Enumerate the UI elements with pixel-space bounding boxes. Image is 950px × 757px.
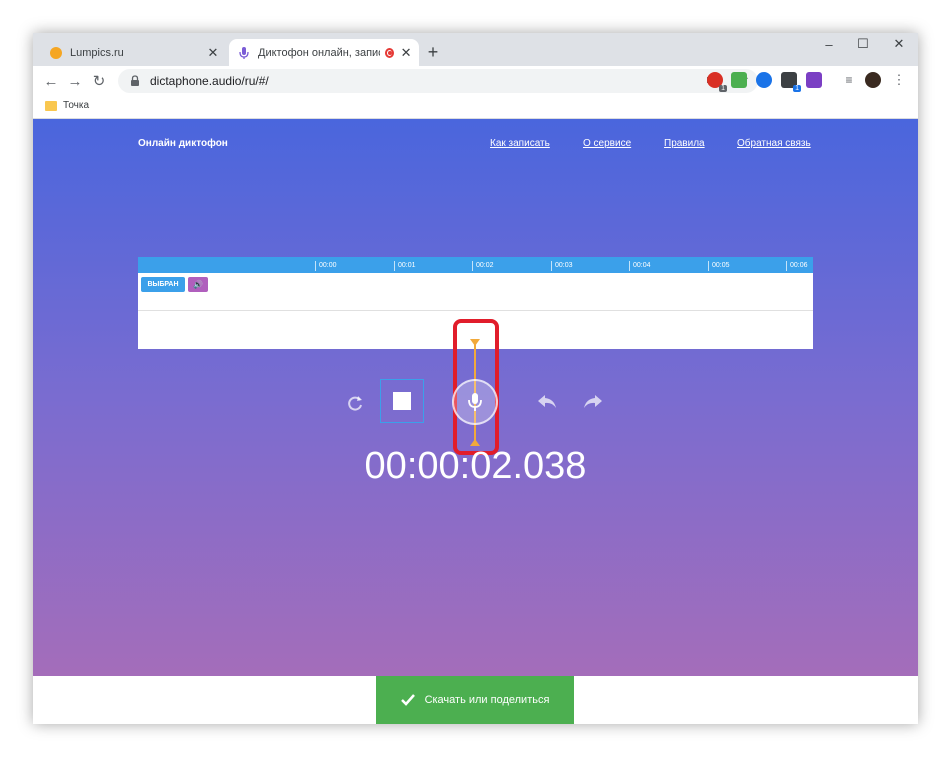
close-tab-icon[interactable]: ✕ [205, 45, 221, 61]
ruler-tick: 00:03 [551, 261, 573, 271]
recording-timer: 00:00:02.038 [364, 445, 587, 487]
download-label: Скачать или поделиться [424, 694, 550, 706]
speaker-icon[interactable]: 🔊 [188, 277, 208, 292]
nav-link-rules[interactable]: Правила [664, 138, 705, 149]
download-share-button[interactable]: Скачать или поделиться [376, 676, 574, 724]
nav-link-about[interactable]: О сервисе [583, 138, 631, 149]
nav-link-how-to-record[interactable]: Как записать [490, 138, 550, 149]
avatar[interactable] [865, 72, 881, 88]
orange-circle-icon [50, 46, 62, 59]
reload-icon[interactable]: ↻ [89, 71, 109, 91]
page-content: Онлайн диктофон Как записать О сервисе П… [33, 119, 918, 676]
close-window-button[interactable]: ✕ [881, 33, 917, 55]
selected-track-button[interactable]: ВЫБРАН [141, 277, 185, 292]
redo-icon[interactable] [582, 393, 604, 411]
extension-globe-icon[interactable] [756, 72, 772, 88]
ruler-tick: 00:04 [629, 261, 651, 271]
folder-icon [45, 100, 57, 111]
record-button[interactable] [452, 379, 498, 425]
browser-window: Lumpics.ru ✕ Диктофон онлайн, записать ✕… [33, 33, 918, 724]
time-ruler: 00:00 00:01 00:02 00:03 00:04 00:05 00:0… [138, 257, 813, 273]
bookmark-tochka[interactable]: Точка [45, 100, 89, 111]
back-icon[interactable]: ← [41, 71, 61, 91]
maximize-button[interactable]: ☐ [845, 33, 881, 55]
tab-strip: Lumpics.ru ✕ Диктофон онлайн, записать ✕… [33, 33, 918, 66]
refresh-icon[interactable] [345, 393, 365, 413]
new-tab-button[interactable]: + [423, 42, 443, 62]
check-icon [400, 694, 415, 706]
lock-icon [131, 75, 139, 86]
menu-icon[interactable]: ⋮ [891, 72, 907, 88]
stop-button[interactable] [380, 379, 424, 423]
bookmark-label: Точка [63, 100, 90, 111]
stop-icon [393, 392, 411, 410]
ruler-tick: 00:00 [315, 261, 337, 271]
nav-link-feedback[interactable]: Обратная связь [737, 138, 811, 149]
extension-cube-icon[interactable]: 1 [781, 72, 801, 92]
site-logo[interactable]: Онлайн диктофон [138, 138, 228, 149]
tab-title: Диктофон онлайн, записать [258, 46, 380, 59]
microphone-icon [239, 46, 249, 59]
recording-indicator-icon [385, 47, 395, 58]
tab-title: Lumpics.ru [70, 46, 124, 59]
ruler-tick: 00:02 [472, 261, 494, 271]
audio-track[interactable]: ВЫБРАН 🔊 [138, 273, 813, 311]
undo-icon[interactable] [536, 393, 558, 411]
browser-toolbar: ← → ↻ dictaphone.audio/ru/#/ 1 1 ≡ ⋮ [33, 66, 918, 96]
address-bar[interactable]: dictaphone.audio/ru/#/ [118, 69, 758, 93]
bookmarks-bar: Точка [33, 96, 918, 119]
ruler-tick: 00:01 [394, 261, 416, 271]
forward-icon[interactable]: → [65, 71, 85, 91]
extension-music-icon[interactable] [731, 72, 747, 88]
microphone-icon [468, 393, 482, 411]
tab-dictaphone[interactable]: Диктофон онлайн, записать ✕ [229, 39, 419, 66]
ruler-tick: 00:06 [786, 261, 808, 271]
url-text: dictaphone.audio/ru/#/ [150, 74, 269, 88]
footer-bar: Скачать или поделиться [33, 676, 918, 724]
ruler-tick: 00:05 [708, 261, 730, 271]
playlist-icon[interactable]: ≡ [841, 72, 857, 88]
extension-purple-icon[interactable] [806, 72, 822, 88]
tab-lumpics[interactable]: Lumpics.ru ✕ [41, 39, 227, 66]
extension-red-icon[interactable]: 1 [707, 72, 727, 92]
minimize-button[interactable]: – [811, 33, 847, 55]
close-tab-icon[interactable]: ✕ [399, 45, 413, 61]
